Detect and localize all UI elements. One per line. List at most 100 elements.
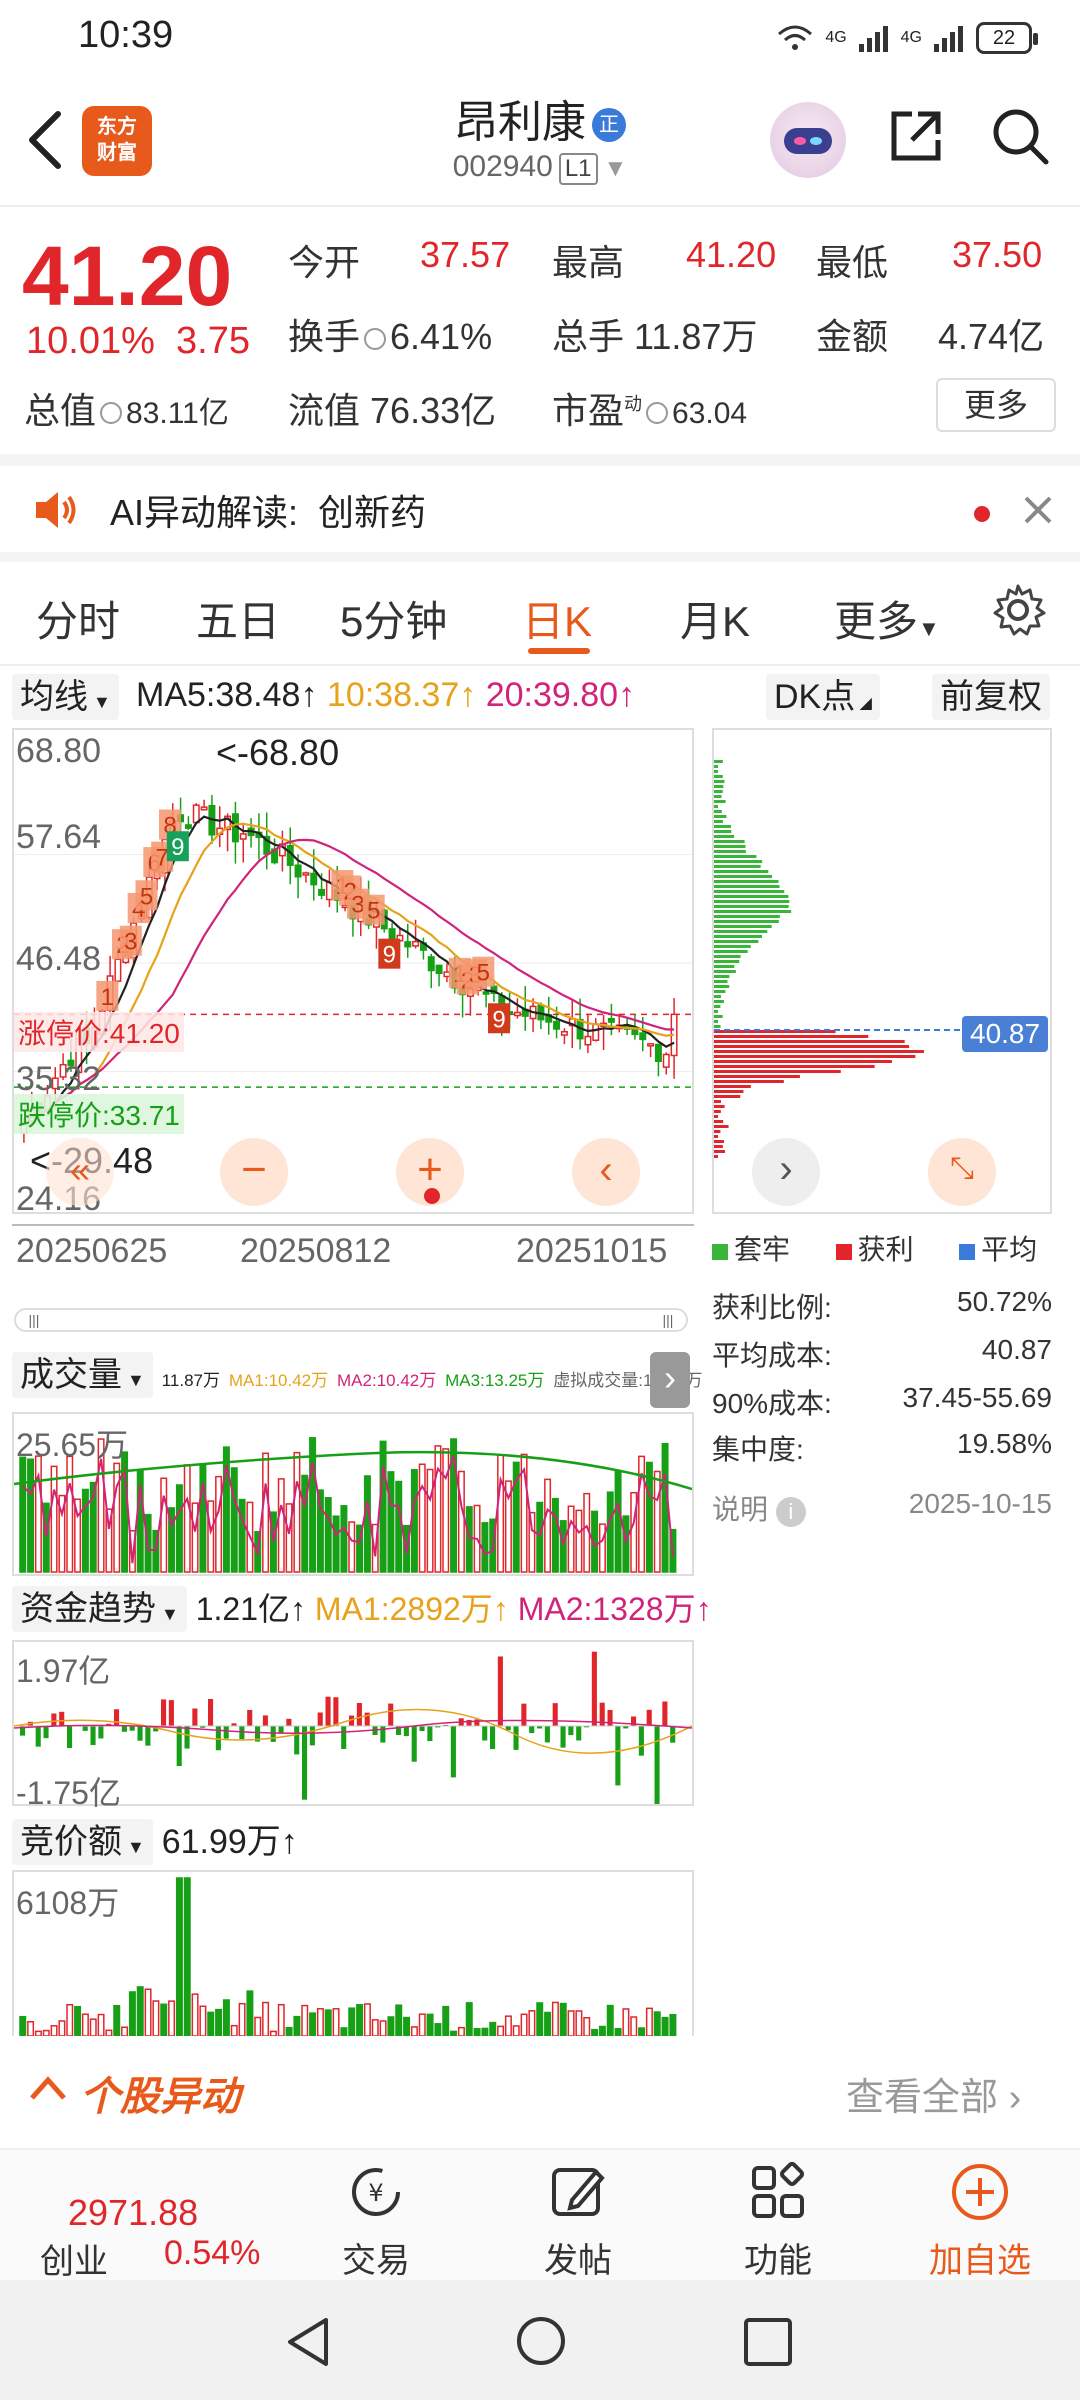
volume-bar	[199, 1464, 207, 1573]
turnover-field[interactable]: 换手 6.41%	[288, 308, 492, 360]
index-value[interactable]: 2971.88	[68, 2192, 198, 2234]
volume-bar	[66, 1455, 74, 1573]
candle	[560, 1030, 568, 1036]
tab-more[interactable]: 更多▼	[834, 588, 940, 649]
speaker-icon	[36, 492, 76, 528]
home-nav-icon[interactable]	[514, 2314, 568, 2368]
chip-bar	[714, 780, 725, 783]
mktcap-field[interactable]: 总值 83.11亿	[24, 382, 229, 434]
auction-select[interactable]: 竞价额 ▼	[12, 1819, 153, 1865]
capital-bar	[51, 1713, 57, 1726]
legend-swatch	[712, 1243, 728, 1260]
nav-add-watchlist[interactable]: 加自选	[910, 2160, 1050, 2282]
chip-bar	[714, 1085, 751, 1088]
auction-bar	[199, 2005, 207, 2037]
capital-select[interactable]: 资金趋势 ▼	[12, 1586, 187, 1632]
tab-5min[interactable]: 5分钟	[340, 588, 447, 649]
volume-bar	[27, 1458, 35, 1573]
chip-bar	[714, 1020, 718, 1023]
pe-field[interactable]: 市盈动 63.04	[552, 382, 747, 434]
amount-field: 金额 4.74亿	[816, 316, 1045, 357]
close-icon[interactable]	[1018, 490, 1058, 530]
adjust-button[interactable]: 前复权	[932, 674, 1050, 720]
nav-post[interactable]: 发帖	[508, 2160, 648, 2282]
dk-point-button[interactable]: DK点 ◢	[766, 674, 880, 720]
search-icon[interactable]	[988, 104, 1052, 168]
legend-swatch	[959, 1243, 976, 1260]
chip-bar	[714, 960, 740, 963]
scroll-handle-right[interactable]: |||	[654, 1312, 682, 1328]
assistant-avatar[interactable]	[770, 102, 846, 178]
capital-bar	[607, 1709, 613, 1726]
auction-bar	[191, 1993, 199, 2037]
stock-alerts-bar[interactable]: 个股异动 查看全部 ›	[0, 2046, 1080, 2130]
chip-note[interactable]: 说明 i 2025-10-15	[712, 1488, 1052, 1528]
wifi-icon	[778, 25, 813, 50]
auction-bar	[497, 2025, 505, 2037]
auction-bar	[544, 2011, 552, 2037]
indicator-select[interactable]: 均线 ▼	[12, 674, 119, 720]
ai-insight-bar[interactable]: AI异动解读: 创新药	[0, 466, 1080, 554]
recents-nav-icon[interactable]	[742, 2316, 794, 2368]
chip-bar	[714, 940, 759, 943]
volume-select[interactable]: 成交量 ▼	[12, 1352, 153, 1398]
chip-bar	[714, 885, 780, 888]
auction-bar	[567, 2010, 575, 2037]
change: 10.01% 3.75	[26, 320, 250, 362]
low-value: 37.50	[952, 234, 1043, 275]
tab-wuri[interactable]: 五日	[196, 588, 280, 649]
volume-field: 总手 11.87万	[552, 316, 758, 357]
x-label: 20250812	[240, 1232, 392, 1270]
chip-bar	[714, 1130, 721, 1133]
volume-bar	[348, 1521, 356, 1573]
chip-bar	[714, 870, 769, 873]
candle	[592, 1023, 600, 1042]
chip-bar	[714, 810, 722, 813]
capital-bar	[568, 1726, 574, 1736]
chip-next-button[interactable]: ›	[752, 1138, 820, 1206]
capital-bar	[341, 1726, 347, 1749]
auction-bar	[403, 2016, 411, 2037]
volume-bar	[457, 1470, 465, 1573]
chip-bar	[714, 1155, 718, 1158]
prev-button[interactable]: ‹	[572, 1138, 640, 1206]
chip-bar	[714, 905, 789, 908]
zoom-out-button[interactable]: −	[220, 1138, 288, 1206]
td-marker-label: 9	[383, 942, 396, 969]
auction-bar	[58, 2020, 66, 2037]
view-all-link[interactable]: 查看全部 ›	[846, 2066, 1021, 2121]
tab-daily-k[interactable]: 日K	[522, 588, 592, 649]
tab-monthly-k[interactable]: 月K	[680, 588, 750, 649]
chip-distribution[interactable]	[712, 728, 1052, 1214]
range-scrollbar[interactable]: ||| |||	[14, 1308, 688, 1332]
tabs-divider	[0, 664, 1080, 666]
expand-icon[interactable]: ⤡	[928, 1138, 996, 1206]
capital-bar	[419, 1726, 425, 1731]
candle	[114, 958, 122, 982]
nav-function[interactable]: 功能	[708, 2160, 848, 2282]
volume-bar	[175, 1484, 183, 1573]
capital-bar	[192, 1708, 198, 1726]
share-icon[interactable]	[884, 104, 948, 168]
scroll-handle-left[interactable]: |||	[20, 1312, 48, 1328]
chip-row: 平均成本: 40.87	[712, 1334, 1052, 1371]
chevron-right-icon: ›	[1008, 2077, 1022, 2119]
candle	[184, 824, 192, 829]
chip-bar	[714, 1110, 721, 1113]
chip-bar	[714, 995, 722, 998]
gear-icon[interactable]	[990, 582, 1046, 638]
capital-bar	[544, 1726, 550, 1743]
more-button[interactable]: 更多	[936, 378, 1056, 432]
index-name[interactable]: 创业	[40, 2234, 108, 2283]
chip-bar	[714, 1115, 718, 1118]
chip-bar	[714, 1000, 724, 1003]
back-nav-icon[interactable]	[282, 2314, 334, 2370]
volume-bar	[434, 1445, 442, 1573]
collapse-arrow-icon[interactable]: ›	[650, 1352, 690, 1408]
rewind-button[interactable]: «	[46, 1138, 114, 1206]
auction-bar	[340, 2027, 348, 2037]
capital-bar	[184, 1726, 190, 1749]
volume-bar	[614, 1470, 622, 1573]
nav-trade[interactable]: ¥ 交易	[306, 2160, 446, 2282]
tab-fenshi[interactable]: 分时	[36, 588, 120, 649]
